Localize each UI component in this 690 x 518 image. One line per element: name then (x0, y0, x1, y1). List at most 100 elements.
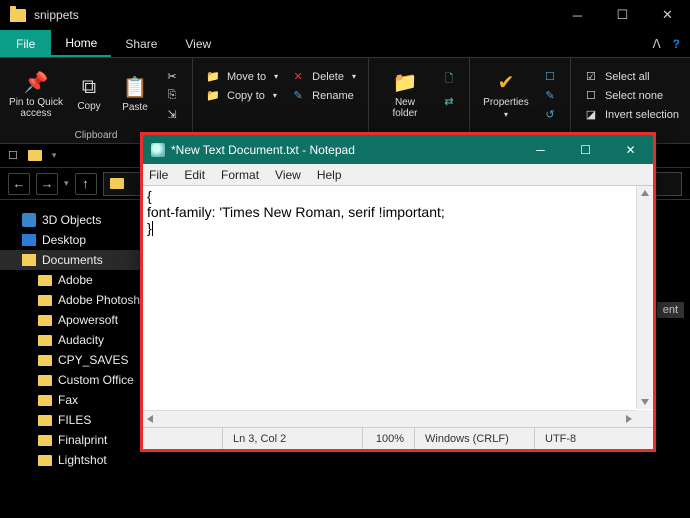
tree-item[interactable]: Fax (0, 390, 142, 410)
tab-view[interactable]: View (171, 30, 225, 57)
tree-item[interactable]: Apowersoft (0, 310, 142, 330)
tree-item-label: Finalprint (58, 433, 107, 447)
notepad-text-area[interactable]: { font-family: 'Times New Roman, serif !… (143, 186, 653, 427)
menu-format[interactable]: Format (221, 168, 259, 182)
move-to-button[interactable]: 📁Move to▾ (201, 68, 282, 85)
tree-item-label: Adobe Photosh (58, 293, 140, 307)
folder-icon[interactable] (28, 150, 42, 161)
tree-item[interactable]: FILES (0, 410, 142, 430)
tree-item[interactable]: Adobe (0, 270, 142, 290)
tree-item[interactable]: Adobe Photosh (0, 290, 142, 310)
move-icon: 📁 (205, 70, 221, 83)
new-item-icon: 🗋 (441, 70, 457, 89)
window-title: snippets (34, 8, 79, 22)
nav-forward-button[interactable]: → (36, 173, 58, 195)
nav-up-button[interactable]: ↑ (75, 173, 97, 195)
scissors-icon: ✂ (164, 70, 180, 83)
notepad-title: *New Text Document.txt - Notepad (171, 143, 355, 157)
menu-help[interactable]: Help (317, 168, 342, 182)
delete-icon: ✕ (290, 70, 306, 83)
open-button[interactable]: ☐ (538, 68, 562, 85)
tree-item[interactable]: Audacity (0, 330, 142, 350)
partial-label: ent (657, 302, 684, 318)
tab-file[interactable]: File (0, 30, 51, 57)
select-none-button[interactable]: ☐Select none (579, 87, 683, 104)
search-box[interactable] (654, 172, 682, 196)
notepad-minimize-button[interactable]: ─ (518, 135, 563, 164)
tab-share[interactable]: Share (111, 30, 171, 57)
copyto-icon: 📁 (205, 89, 221, 102)
status-lncol: Ln 3, Col 2 (223, 428, 363, 449)
delete-button[interactable]: ✕Delete▾ (286, 68, 360, 85)
group-label-clipboard: Clipboard (75, 130, 118, 141)
new-item-button[interactable]: 🗋 (437, 68, 461, 91)
folder-icon (110, 178, 124, 189)
copy-path-button[interactable]: ⎘ (160, 87, 184, 104)
horizontal-scrollbar[interactable] (143, 410, 636, 427)
history-button[interactable]: ↺ (538, 106, 562, 123)
fold-icon (38, 375, 52, 386)
tree-item[interactable]: Finalprint (0, 430, 142, 450)
nav-history-dropdown[interactable]: ▾ (64, 178, 69, 189)
3d-icon (22, 213, 36, 227)
new-folder-button[interactable]: 📁 New folder (377, 62, 433, 126)
qat-item[interactable]: ☐ (8, 149, 18, 162)
ribbon-expand-icon[interactable]: ᐱ (652, 37, 660, 51)
fold-icon (38, 315, 52, 326)
copy-to-button[interactable]: 📁Copy to▾ (201, 87, 282, 104)
fold-icon (38, 415, 52, 426)
tree-item-label: Documents (42, 253, 103, 267)
tab-home[interactable]: Home (51, 30, 111, 57)
fold-icon (38, 335, 52, 346)
history-icon: ↺ (542, 108, 558, 121)
tree-item-label: Desktop (42, 233, 86, 247)
close-button[interactable]: ✕ (645, 0, 690, 30)
rename-button[interactable]: ✎Rename (286, 87, 360, 104)
properties-button[interactable]: ✔ Properties ▾ (478, 62, 534, 126)
notepad-maximize-button[interactable]: ☐ (563, 135, 608, 164)
titlebar[interactable]: snippets ─ ☐ ✕ (0, 0, 690, 30)
tree-item[interactable]: CPY_SAVES (0, 350, 142, 370)
pin-to-quick-access-button[interactable]: 📌 Pin to Quick access (8, 62, 64, 126)
edit-button[interactable]: ✎ (538, 87, 562, 104)
notepad-menubar: File Edit Format View Help (143, 164, 653, 186)
invert-selection-button[interactable]: ◪Invert selection (579, 106, 683, 123)
menu-edit[interactable]: Edit (184, 168, 205, 182)
easy-access-button[interactable]: ⇄ (437, 93, 461, 110)
notepad-window: *New Text Document.txt - Notepad ─ ☐ ✕ F… (140, 132, 656, 452)
menu-view[interactable]: View (275, 168, 301, 182)
tree-item[interactable]: Custom Office (0, 370, 142, 390)
pin-icon: 📌 (24, 70, 49, 95)
shortcut-icon: ⇲ (164, 108, 180, 121)
tree-item[interactable]: Documents (0, 250, 142, 270)
vertical-scrollbar[interactable] (636, 186, 653, 409)
menu-file[interactable]: File (149, 168, 168, 182)
minimize-button[interactable]: ─ (555, 0, 600, 30)
edit-icon: ✎ (542, 89, 558, 102)
scrollbar-corner (636, 410, 653, 427)
nav-back-button[interactable]: ← (8, 173, 30, 195)
tree-item[interactable]: Desktop (0, 230, 142, 250)
tree-item[interactable]: 3D Objects (0, 210, 142, 230)
tree-item-label: CPY_SAVES (58, 353, 128, 367)
copy-button[interactable]: ⧉ Copy (68, 62, 110, 126)
fold-icon (38, 435, 52, 446)
paste-shortcut-button[interactable]: ⇲ (160, 106, 184, 123)
rename-icon: ✎ (290, 89, 306, 102)
status-zoom: 100% (363, 428, 415, 449)
fold-icon (38, 295, 52, 306)
open-icon: ☐ (542, 70, 558, 83)
maximize-button[interactable]: ☐ (600, 0, 645, 30)
tree-item[interactable]: Lightshot (0, 450, 142, 470)
doc-icon (22, 254, 36, 266)
help-icon[interactable]: ? (673, 37, 680, 51)
paste-button[interactable]: 📋 Paste (114, 62, 156, 126)
status-encoding: UTF-8 (535, 428, 653, 449)
fold-icon (38, 395, 52, 406)
select-all-button[interactable]: ☑Select all (579, 68, 683, 85)
fold-icon (38, 455, 52, 466)
cut-button[interactable]: ✂ (160, 68, 184, 85)
qat-dropdown[interactable]: ▾ (52, 150, 57, 161)
notepad-titlebar[interactable]: *New Text Document.txt - Notepad ─ ☐ ✕ (143, 135, 653, 164)
notepad-close-button[interactable]: ✕ (608, 135, 653, 164)
